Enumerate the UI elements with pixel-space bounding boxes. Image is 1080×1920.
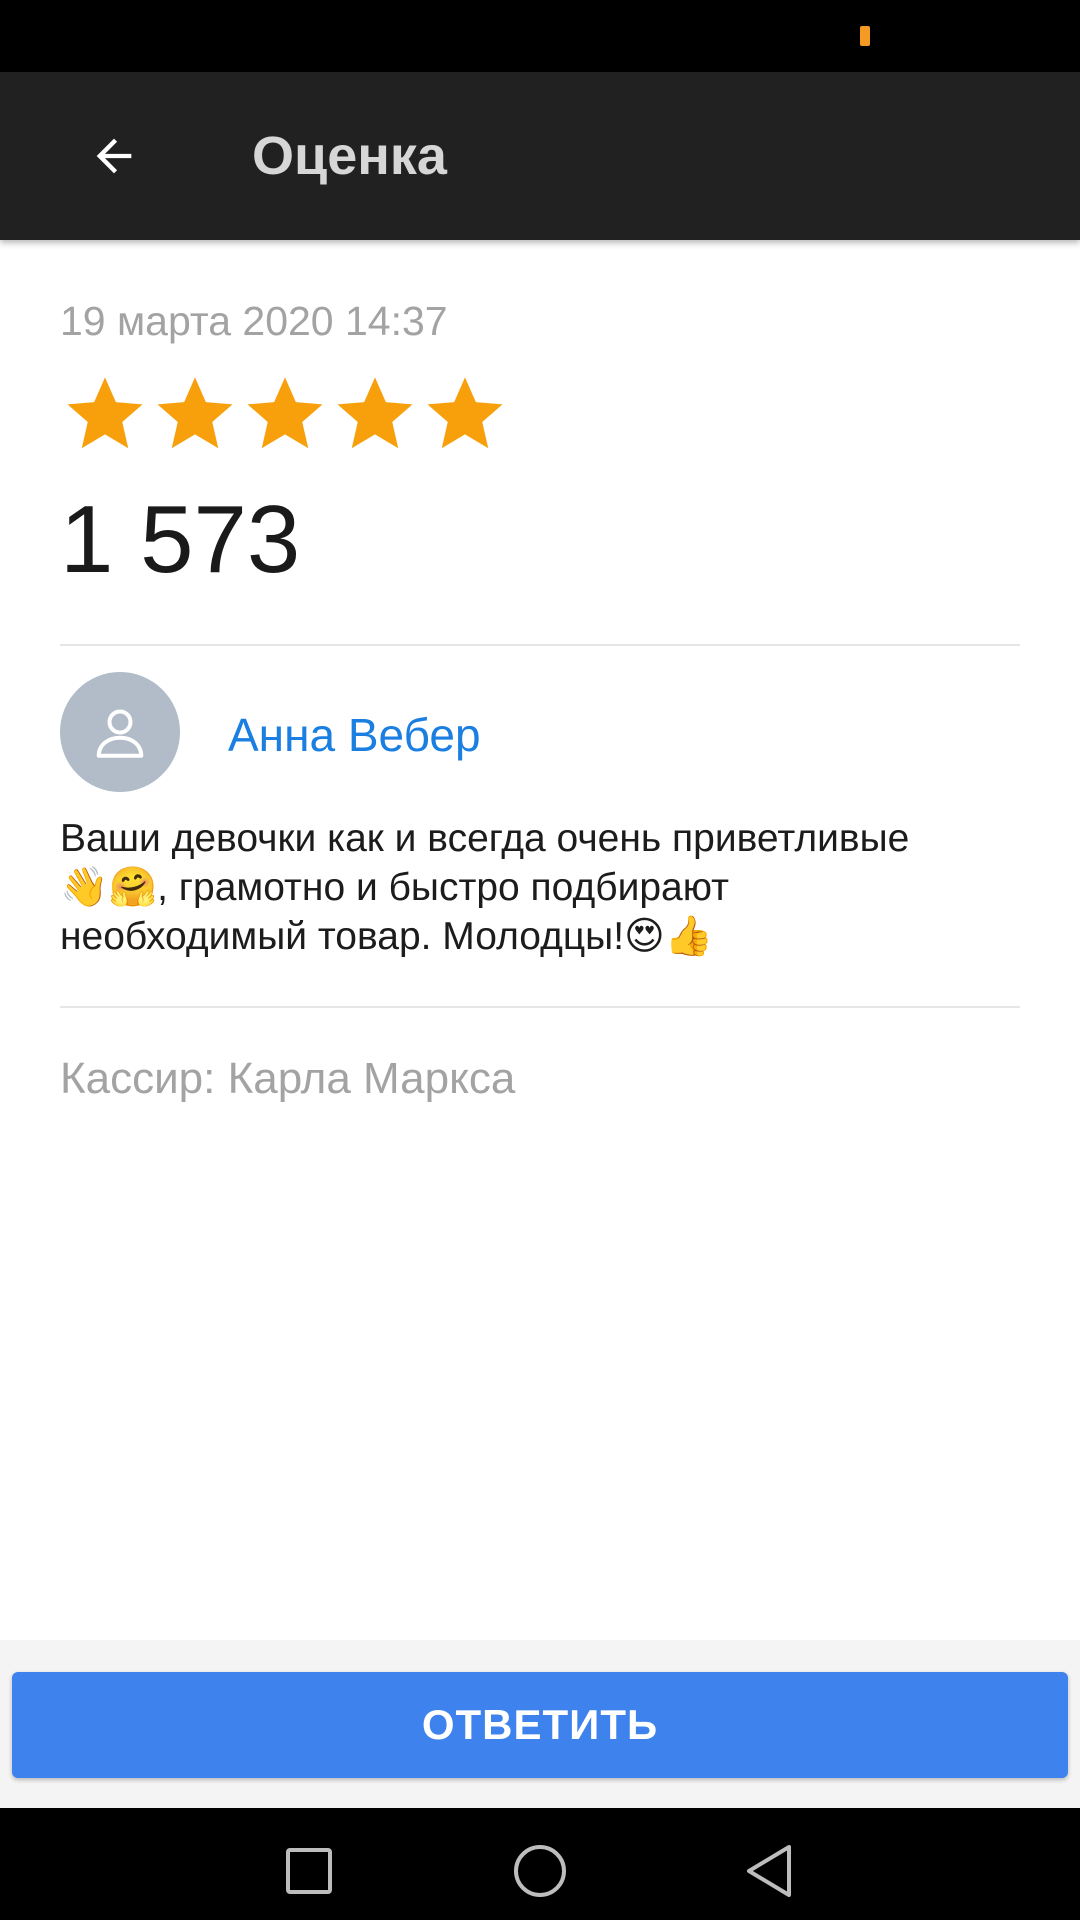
star-icon [337, 377, 413, 449]
rating-stars [60, 368, 510, 458]
triangle-back-icon [747, 1845, 791, 1897]
divider [60, 644, 1020, 646]
star-icon [427, 377, 503, 449]
review-text-line: необходимый товар. Молодцы!😍👍 [60, 915, 714, 958]
status-bar [0, 0, 1080, 72]
divider [60, 1006, 1020, 1008]
cashier-info: Кассир: Карла Маркса [60, 1054, 516, 1103]
review-text-line: 👋🤗, грамотно и быстро подбирают [60, 866, 729, 909]
star-icon [67, 377, 143, 449]
score-value: 1 573 [60, 486, 301, 593]
star-icon [247, 377, 323, 449]
review-date: 19 марта 2020 14:37 [60, 298, 448, 344]
star-icon [157, 377, 233, 449]
recents-button[interactable] [264, 1826, 354, 1916]
square-icon [286, 1848, 332, 1894]
reply-button[interactable]: ОТВЕТИТЬ [12, 1672, 1068, 1778]
home-button[interactable] [495, 1826, 585, 1916]
nav-back-button[interactable] [724, 1826, 814, 1916]
arrow-left-icon [96, 138, 132, 174]
review-text: Ваши девочки как и всегда очень приветли… [60, 814, 1020, 961]
author-name-link[interactable]: Анна Вебер [228, 708, 481, 762]
back-button[interactable] [72, 114, 156, 198]
user-placeholder-icon [96, 709, 144, 758]
app-bar: Оценка [0, 72, 1080, 240]
battery-icon [860, 26, 870, 46]
review-text-line: Ваши девочки как и всегда очень приветли… [60, 817, 910, 860]
circle-icon [514, 1845, 566, 1897]
avatar[interactable] [60, 672, 180, 792]
page-title: Оценка [252, 126, 447, 186]
system-nav-bar [0, 1808, 1080, 1920]
action-area: ОТВЕТИТЬ [0, 1640, 1080, 1808]
